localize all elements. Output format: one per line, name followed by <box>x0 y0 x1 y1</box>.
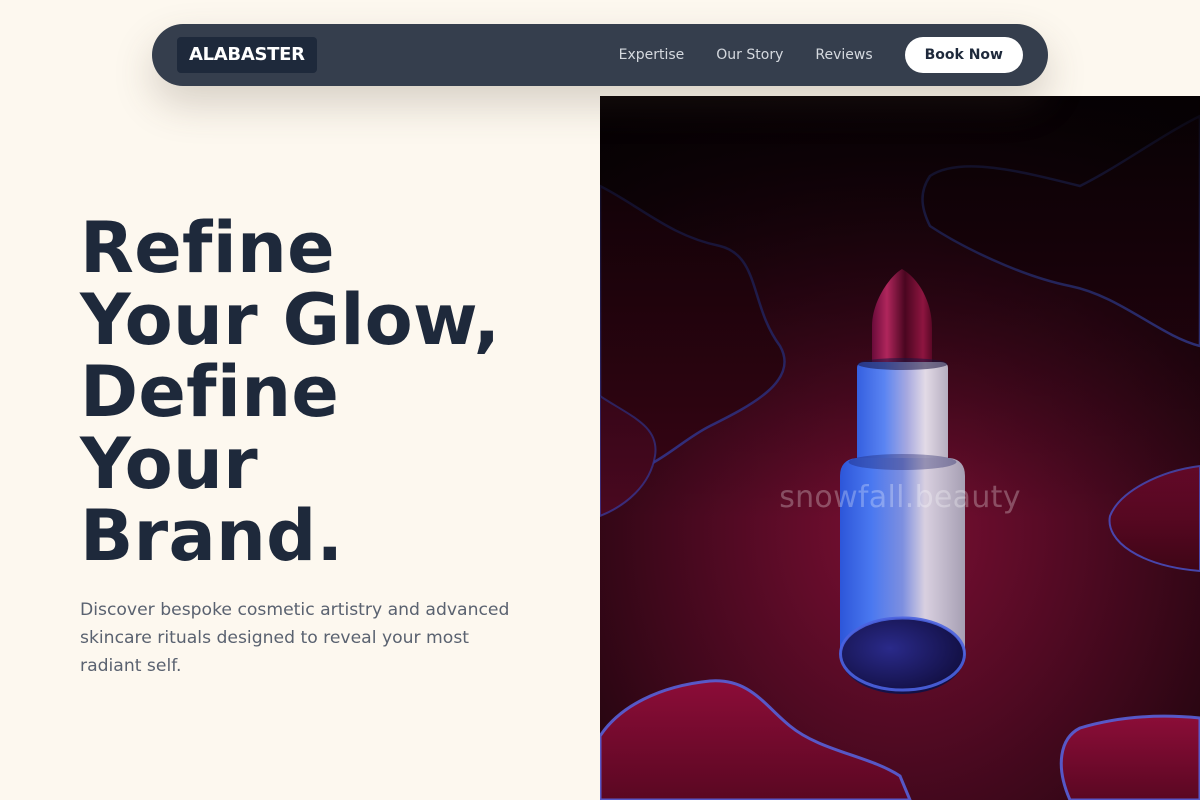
brand-logo[interactable]: ALABASTER <box>177 37 317 73</box>
image-watermark: snowfall.beauty <box>779 480 1021 515</box>
hero-description: Discover bespoke cosmetic artistry and a… <box>80 600 510 676</box>
hero-title: Refine Your Glow, Define Your Brand. <box>80 212 550 572</box>
hero-title-line: Brand. <box>80 495 344 577</box>
hero-title-line: Refine <box>80 207 335 289</box>
hero-image: snowfall.beauty <box>600 96 1200 800</box>
book-now-button[interactable]: Book Now <box>904 37 1023 73</box>
nav-link-expertise[interactable]: Expertise <box>619 47 685 63</box>
hero-title-line: Your Glow, <box>80 279 501 361</box>
nav-links: Expertise Our Story Reviews Book Now <box>619 37 1023 73</box>
hero-title-line: Your <box>80 423 258 505</box>
navbar: ALABASTER Expertise Our Story Reviews Bo… <box>152 24 1048 86</box>
lipstick-illustration <box>600 96 1200 800</box>
nav-link-reviews[interactable]: Reviews <box>815 47 872 63</box>
nav-link-our-story[interactable]: Our Story <box>716 47 783 63</box>
hero-title-line: Define <box>80 351 340 433</box>
